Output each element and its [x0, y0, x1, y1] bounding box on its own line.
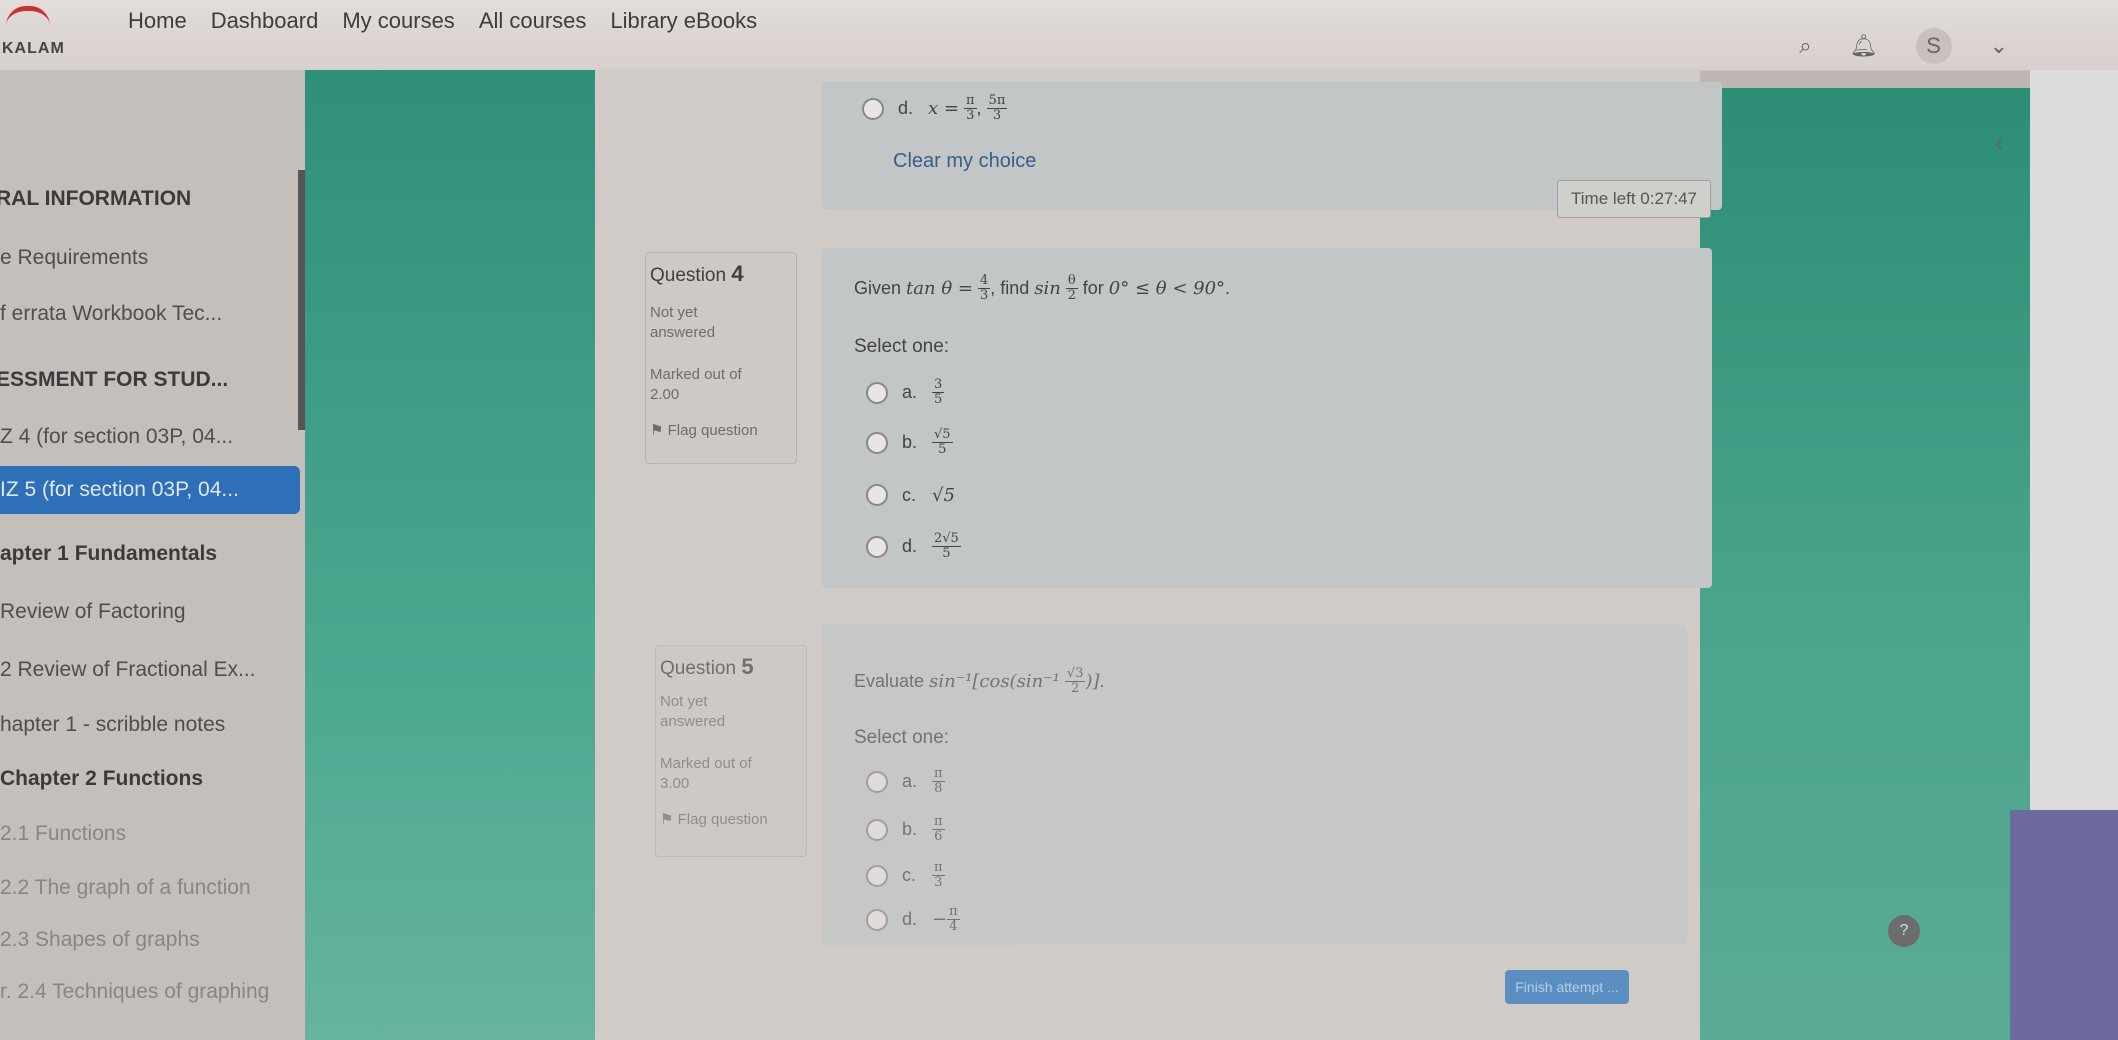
question-grade: Marked out of 2.00 — [650, 366, 742, 403]
flag-icon: ⚑ — [660, 811, 674, 828]
nav-library-ebooks[interactable]: Library eBooks — [610, 8, 757, 34]
option-d[interactable]: d. 2√5 5 — [866, 532, 961, 561]
radio-button[interactable] — [866, 381, 888, 404]
question-text: Evaluate sin⁻¹[cos(sin⁻¹ √3 2)]. — [854, 666, 1105, 696]
drawer-item[interactable]: 2.2 The graph of a function — [0, 876, 251, 900]
flag-question-link[interactable]: ⚑ Flag question — [660, 810, 768, 830]
select-one-label: Select one: — [854, 727, 950, 748]
question-grade: Marked out of 3.00 — [660, 755, 752, 792]
radio-button[interactable] — [866, 484, 888, 506]
option-c[interactable]: c. √5 — [866, 484, 955, 506]
course-index-drawer: RAL INFORMATION e Requirements f errata … — [0, 70, 306, 1040]
nav-home[interactable]: Home — [128, 8, 187, 34]
option-a[interactable]: a. 35 — [866, 378, 945, 407]
question-4-panel: Given tan θ = 43 , find sin θ2 for 0° ≤ … — [822, 248, 1712, 588]
chevron-down-icon[interactable]: ⌄ — [1990, 33, 2008, 59]
drawer-item[interactable]: hapter 1 - scribble notes — [0, 713, 225, 737]
logo-book-icon — [6, 6, 50, 37]
question-label: Question 4 — [650, 261, 744, 286]
site-logo[interactable]: KALAM — [0, 6, 80, 58]
option-b[interactable]: b. π6 — [866, 815, 945, 844]
drawer-item[interactable]: r. 2.4 Techniques of graphing — [0, 980, 269, 1004]
question-state: Not yet answered — [660, 693, 726, 730]
drawer-item[interactable]: f errata Workbook Tec... — [0, 302, 222, 326]
question-text: Given tan θ = 43 , find sin θ2 for 0° ≤ … — [854, 273, 1231, 303]
flag-icon: ⚑ — [650, 422, 664, 439]
nav-dashboard[interactable]: Dashboard — [211, 8, 319, 34]
flag-question-link[interactable]: ⚑ Flag question — [650, 421, 758, 441]
option-a[interactable]: a. π8 — [866, 767, 945, 796]
option-d[interactable]: d. − π 4 — [866, 905, 960, 934]
avatar[interactable]: S — [1915, 28, 1952, 64]
drawer-item[interactable]: 2 Review of Fractional Ex... — [0, 658, 256, 682]
question-label: Question 5 — [660, 654, 754, 679]
drawer-item[interactable]: Z 4 (for section 03P, 04... — [0, 425, 233, 449]
question-5-panel: Evaluate sin⁻¹[cos(sin⁻¹ √3 2)]. Select o… — [822, 625, 1687, 945]
question-info-box: Question 5 Not yet answered Marked out of… — [655, 645, 807, 857]
brand-name: KALAM — [2, 40, 65, 57]
option-b[interactable]: b. √5 5 — [866, 428, 953, 457]
radio-button[interactable] — [862, 97, 884, 120]
background-band — [1700, 88, 2030, 1040]
select-one-label: Select one: — [854, 336, 950, 357]
background-band — [2010, 810, 2118, 1040]
background-band — [305, 70, 595, 1040]
drawer-item[interactable]: 2.1 Functions — [0, 822, 126, 846]
option-letter: d. — [898, 98, 914, 118]
finish-attempt-button[interactable]: Finish attempt ... — [1505, 970, 1629, 1004]
nav-my-courses[interactable]: My courses — [342, 8, 454, 34]
drawer-item-active[interactable]: IZ 5 (for section 03P, 04... — [0, 466, 300, 514]
notification-icon[interactable]: 🔔︎ — [1850, 33, 1878, 59]
radio-button[interactable] — [866, 431, 888, 454]
drawer-item[interactable]: Chapter 2 Functions — [0, 767, 203, 791]
radio-button[interactable] — [866, 908, 888, 931]
chevron-left-icon[interactable]: ‹ — [1995, 128, 2004, 159]
prev-option-d[interactable]: d. x = π3, 5π 3 — [862, 94, 1008, 123]
help-icon[interactable]: ? — [1888, 915, 1920, 947]
clear-my-choice-link[interactable]: Clear my choice — [893, 150, 1036, 173]
radio-button[interactable] — [866, 770, 888, 793]
drawer-item[interactable]: apter 1 Fundamentals — [0, 542, 217, 566]
question-info-box: Question 4 Not yet answered Marked out of… — [645, 252, 797, 464]
drawer-item[interactable]: Review of Factoring — [0, 600, 186, 624]
drawer-item[interactable]: 2.3 Shapes of graphs — [0, 928, 200, 952]
option-c[interactable]: c. π3 — [866, 861, 945, 890]
drawer-item[interactable]: ESSMENT FOR STUD... — [0, 368, 228, 392]
main-nav: Home Dashboard My courses All courses Li… — [128, 8, 781, 34]
top-navbar: KALAM Home Dashboard My courses All cour… — [0, 0, 2118, 71]
drawer-item[interactable]: e Requirements — [0, 246, 148, 270]
search-icon[interactable]: ⌕ — [1799, 33, 1811, 59]
question-state: Not yet answered — [650, 304, 716, 341]
nav-all-courses[interactable]: All courses — [479, 8, 587, 34]
radio-button[interactable] — [866, 535, 888, 558]
radio-button[interactable] — [866, 818, 888, 841]
background-band — [2030, 70, 2118, 810]
radio-button[interactable] — [866, 864, 888, 887]
drawer-item[interactable]: RAL INFORMATION — [0, 187, 191, 211]
top-icons: ⌕ 🔔︎ S ⌄ — [1799, 28, 2008, 64]
time-left-timer: Time left 0:27:47 — [1557, 180, 1711, 218]
